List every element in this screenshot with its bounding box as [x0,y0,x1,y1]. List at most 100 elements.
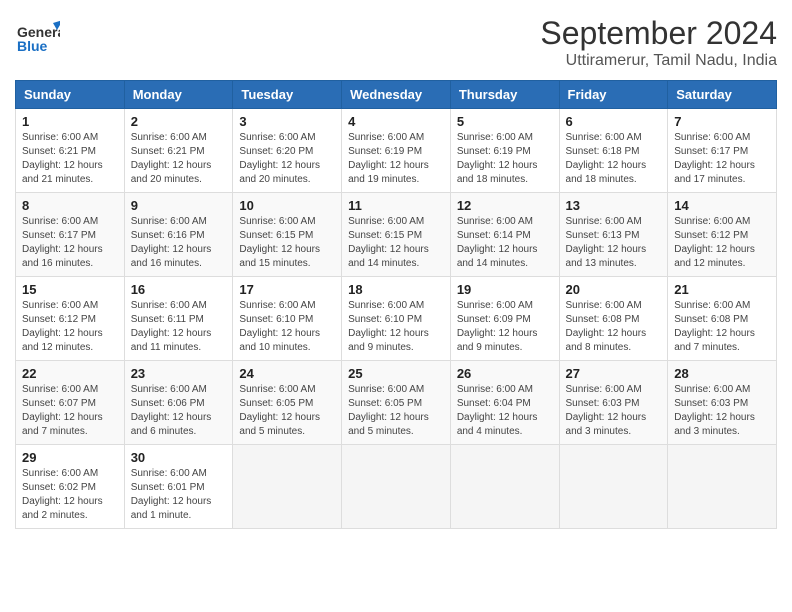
logo-icon: General Blue [15,15,60,60]
table-row: 2Sunrise: 6:00 AM Sunset: 6:21 PM Daylig… [124,109,233,193]
table-row: 22 Sunrise: 6:00 AM Sunset: 6:07 PM Dayli… [16,361,125,445]
table-row: 23Sunrise: 6:00 AM Sunset: 6:06 PM Dayli… [124,361,233,445]
day-number: 25 [348,366,444,381]
day-info: Sunrise: 6:00 AM Sunset: 6:03 PM Dayligh… [566,383,662,439]
table-row: 27 Sunrise: 6:00 AM Sunset: 6:03 PM Dayli… [559,361,668,445]
day-info: Sunrise: 6:00 AM Sunset: 6:19 PM Dayligh… [457,131,553,187]
day-number: 7 [674,114,770,129]
table-row: 10 Sunrise: 6:00 AM Sunset: 6:15 PM Dayli… [233,193,342,277]
day-number: 22 [22,366,118,381]
table-row [668,445,777,529]
col-thursday: Thursday [450,81,559,109]
table-row: 29 Sunrise: 6:00 AM Sunset: 6:02 PM Dayli… [16,445,125,529]
calendar-week-row: 29 Sunrise: 6:00 AM Sunset: 6:02 PM Dayli… [16,445,777,529]
table-row: 6 Sunrise: 6:00 AM Sunset: 6:18 PM Daylig… [559,109,668,193]
day-number: 26 [457,366,553,381]
table-row: 5 Sunrise: 6:00 AM Sunset: 6:19 PM Daylig… [450,109,559,193]
day-info: Sunrise: 6:00 AM Sunset: 6:03 PM Dayligh… [674,383,770,439]
calendar-week-row: 22 Sunrise: 6:00 AM Sunset: 6:07 PM Dayli… [16,361,777,445]
day-info: Sunrise: 6:00 AM Sunset: 6:21 PM Dayligh… [131,131,227,187]
day-number: 5 [457,114,553,129]
calendar-week-row: 1 Sunrise: 6:00 AM Sunset: 6:21 PM Daylig… [16,109,777,193]
table-row [559,445,668,529]
day-number: 20 [566,282,662,297]
day-number: 16 [131,282,227,297]
day-info: Sunrise: 6:00 AM Sunset: 6:05 PM Dayligh… [348,383,444,439]
table-row: 7 Sunrise: 6:00 AM Sunset: 6:17 PM Daylig… [668,109,777,193]
col-tuesday: Tuesday [233,81,342,109]
table-row: 14Sunrise: 6:00 AM Sunset: 6:12 PM Dayli… [668,193,777,277]
day-number: 10 [239,198,335,213]
day-info: Sunrise: 6:00 AM Sunset: 6:15 PM Dayligh… [239,215,335,271]
calendar-table: Sunday Monday Tuesday Wednesday Thursday… [15,80,777,529]
day-number: 1 [22,114,118,129]
col-monday: Monday [124,81,233,109]
table-row: 4Sunrise: 6:00 AM Sunset: 6:19 PM Daylig… [342,109,451,193]
col-saturday: Saturday [668,81,777,109]
day-info: Sunrise: 6:00 AM Sunset: 6:12 PM Dayligh… [22,299,118,355]
day-number: 8 [22,198,118,213]
day-info: Sunrise: 6:00 AM Sunset: 6:09 PM Dayligh… [457,299,553,355]
day-info: Sunrise: 6:00 AM Sunset: 6:11 PM Dayligh… [131,299,227,355]
logo: General Blue [15,15,60,60]
day-number: 3 [239,114,335,129]
table-row: 21 Sunrise: 6:00 AM Sunset: 6:08 PM Dayli… [668,277,777,361]
table-row: 28 Sunrise: 6:00 AM Sunset: 6:03 PM Dayli… [668,361,777,445]
calendar-header-row: Sunday Monday Tuesday Wednesday Thursday… [16,81,777,109]
table-row: 24 Sunrise: 6:00 AM Sunset: 6:05 PM Dayli… [233,361,342,445]
col-sunday: Sunday [16,81,125,109]
day-number: 14 [674,198,770,213]
day-info: Sunrise: 6:00 AM Sunset: 6:05 PM Dayligh… [239,383,335,439]
table-row: 12Sunrise: 6:00 AM Sunset: 6:14 PM Dayli… [450,193,559,277]
day-number: 29 [22,450,118,465]
day-number: 6 [566,114,662,129]
day-info: Sunrise: 6:00 AM Sunset: 6:21 PM Dayligh… [22,131,118,187]
day-info: Sunrise: 6:00 AM Sunset: 6:07 PM Dayligh… [22,383,118,439]
day-info: Sunrise: 6:00 AM Sunset: 6:08 PM Dayligh… [566,299,662,355]
day-info: Sunrise: 6:00 AM Sunset: 6:17 PM Dayligh… [674,131,770,187]
calendar-week-row: 15 Sunrise: 6:00 AM Sunset: 6:12 PM Dayli… [16,277,777,361]
day-number: 24 [239,366,335,381]
day-info: Sunrise: 6:00 AM Sunset: 6:15 PM Dayligh… [348,215,444,271]
col-wednesday: Wednesday [342,81,451,109]
day-info: Sunrise: 6:00 AM Sunset: 6:16 PM Dayligh… [131,215,227,271]
day-info: Sunrise: 6:00 AM Sunset: 6:04 PM Dayligh… [457,383,553,439]
table-row: 1 Sunrise: 6:00 AM Sunset: 6:21 PM Daylig… [16,109,125,193]
table-row: 30 Sunrise: 6:00 AM Sunset: 6:01 PM Dayli… [124,445,233,529]
day-info: Sunrise: 6:00 AM Sunset: 6:01 PM Dayligh… [131,467,227,523]
day-number: 11 [348,198,444,213]
calendar-week-row: 8 Sunrise: 6:00 AM Sunset: 6:17 PM Daylig… [16,193,777,277]
table-row [450,445,559,529]
day-info: Sunrise: 6:00 AM Sunset: 6:08 PM Dayligh… [674,299,770,355]
day-number: 15 [22,282,118,297]
table-row: 8 Sunrise: 6:00 AM Sunset: 6:17 PM Daylig… [16,193,125,277]
day-info: Sunrise: 6:00 AM Sunset: 6:02 PM Dayligh… [22,467,118,523]
col-friday: Friday [559,81,668,109]
table-row: 16 Sunrise: 6:00 AM Sunset: 6:11 PM Dayli… [124,277,233,361]
table-row: 26 Sunrise: 6:00 AM Sunset: 6:04 PM Dayli… [450,361,559,445]
table-row: 20 Sunrise: 6:00 AM Sunset: 6:08 PM Dayli… [559,277,668,361]
day-number: 9 [131,198,227,213]
day-info: Sunrise: 6:00 AM Sunset: 6:18 PM Dayligh… [566,131,662,187]
day-number: 28 [674,366,770,381]
day-number: 13 [566,198,662,213]
day-number: 12 [457,198,553,213]
table-row: 11 Sunrise: 6:00 AM Sunset: 6:15 PM Dayli… [342,193,451,277]
day-info: Sunrise: 6:00 AM Sunset: 6:06 PM Dayligh… [131,383,227,439]
page-subtitle: Uttiramerur, Tamil Nadu, India [540,52,777,70]
day-info: Sunrise: 6:00 AM Sunset: 6:17 PM Dayligh… [22,215,118,271]
table-row: 13Sunrise: 6:00 AM Sunset: 6:13 PM Dayli… [559,193,668,277]
day-info: Sunrise: 6:00 AM Sunset: 6:10 PM Dayligh… [348,299,444,355]
table-row [342,445,451,529]
day-number: 30 [131,450,227,465]
day-number: 17 [239,282,335,297]
day-number: 27 [566,366,662,381]
table-row: 17Sunrise: 6:00 AM Sunset: 6:10 PM Dayli… [233,277,342,361]
svg-text:Blue: Blue [17,38,48,54]
day-info: Sunrise: 6:00 AM Sunset: 6:19 PM Dayligh… [348,131,444,187]
table-row: 19Sunrise: 6:00 AM Sunset: 6:09 PM Dayli… [450,277,559,361]
table-row: 15 Sunrise: 6:00 AM Sunset: 6:12 PM Dayli… [16,277,125,361]
table-row: 18Sunrise: 6:00 AM Sunset: 6:10 PM Dayli… [342,277,451,361]
table-row: 9 Sunrise: 6:00 AM Sunset: 6:16 PM Daylig… [124,193,233,277]
day-number: 21 [674,282,770,297]
